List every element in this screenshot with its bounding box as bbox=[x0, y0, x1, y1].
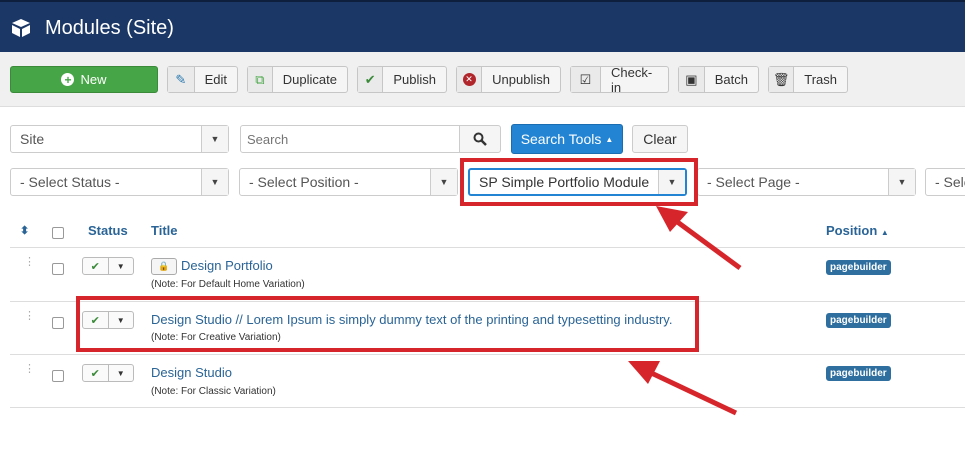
annotation-arrows bbox=[628, 206, 742, 416]
arrow-icon bbox=[656, 206, 742, 271]
arrow-icon bbox=[628, 361, 738, 416]
